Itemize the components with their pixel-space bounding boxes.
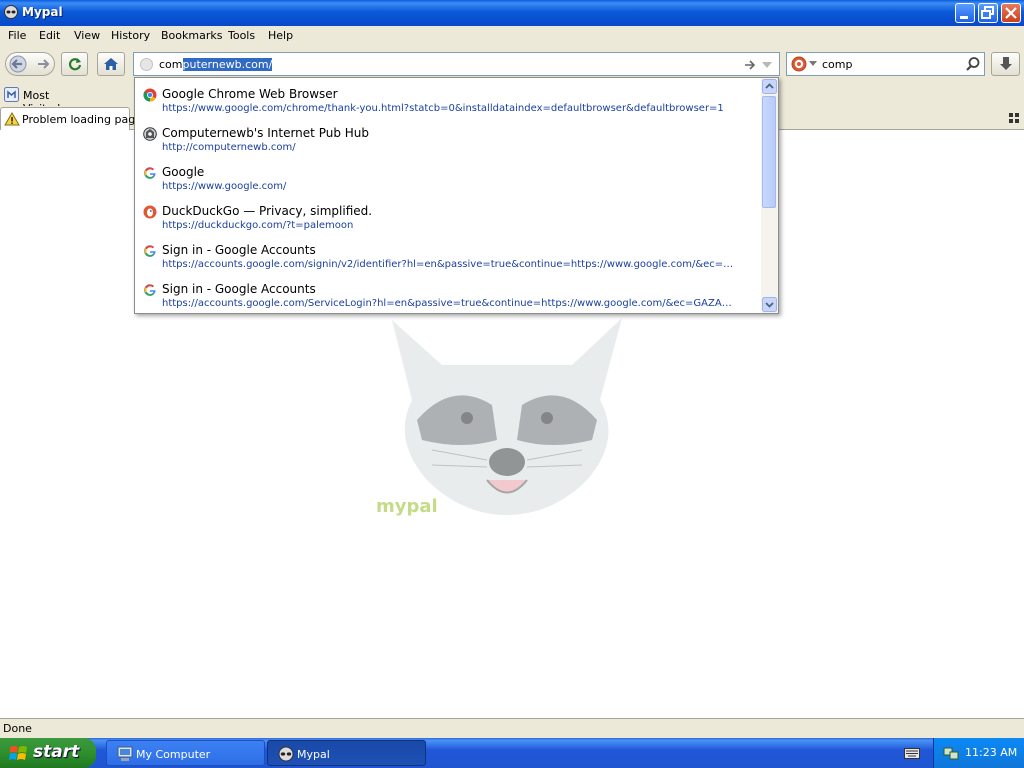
search-icon[interactable] [965,56,981,72]
suggestion-url: https://accounts.google.com/ServiceLogin… [162,298,737,309]
window-title: Mypal [22,5,63,19]
minimize-button[interactable] [955,3,975,23]
most-visited-bookmark[interactable]: Most Visited [2,86,86,115]
suggestion-url: https://accounts.google.com/signin/v2/id… [162,259,737,270]
back-forward-group [5,52,55,76]
taskbar-item-mypal[interactable]: Mypal [267,740,426,766]
google-icon [144,167,156,179]
downloads-button[interactable] [991,52,1020,76]
most-visited-icon [4,87,19,102]
warning-icon [4,112,20,126]
taskbar: start My Computer Mypal 11:23 AM [0,738,1024,768]
suggestion-row[interactable]: Sign in - Google Accounts https://accoun… [135,236,760,275]
network-icon[interactable] [943,745,959,761]
suggestion-scrollbar[interactable] [761,78,778,313]
home-icon [104,58,118,70]
scroll-down-icon[interactable] [762,297,777,312]
suggestion-row[interactable]: Computernewb's Internet Pub Hub http://c… [135,119,760,158]
back-icon[interactable] [9,55,27,73]
taskbar-item-label: Mypal [297,748,330,761]
restore-button[interactable] [978,3,998,23]
menu-bar: File Edit View History Bookmarks Tools H… [0,26,1024,46]
suggestion-title: Google [162,165,205,179]
tab-label: Problem loading page [22,113,142,126]
download-arrow-icon [1000,57,1012,70]
chrome-icon [143,88,157,102]
page-identity-icon [140,58,153,71]
suggestion-row[interactable]: Google Chrome Web Browser https://www.go… [135,80,760,119]
suggestion-url: http://computernewb.com/ [162,142,296,153]
menu-edit[interactable]: Edit [39,29,60,42]
url-autocomplete-popup: Google Chrome Web Browser https://www.go… [134,77,779,314]
url-autocomplete-selection: puternewb.com/ [182,58,273,71]
scroll-thumb[interactable] [762,96,776,208]
site-icon [143,127,157,141]
reload-icon [69,58,82,71]
google-icon [144,284,156,296]
menu-history[interactable]: History [111,29,150,42]
windows-logo-icon [9,746,27,760]
keyboard-layout-icon[interactable] [904,746,920,760]
menu-help[interactable]: Help [268,29,293,42]
suggestion-row[interactable]: DuckDuckGo — Privacy, simplified. https:… [135,197,760,236]
menu-file[interactable]: File [8,29,26,42]
suggestion-row[interactable]: Google https://www.google.com/ [135,158,760,197]
tab-problem-loading-page[interactable]: Problem loading page [0,107,142,130]
list-all-tabs-icon[interactable] [1009,113,1019,123]
suggestion-url: https://duckduckgo.com/?t=palemoon [162,220,354,231]
history-dropdown-icon[interactable] [761,60,773,70]
suggestion-title: Sign in - Google Accounts [162,282,316,296]
suggestion-title: Sign in - Google Accounts [162,243,316,257]
scroll-up-icon[interactable] [762,79,777,94]
system-tray: 11:23 AM [933,738,1024,768]
engine-dropdown-icon[interactable] [809,61,817,67]
suggestion-url: https://www.google.com/chrome/thank-you.… [162,103,724,114]
title-bar[interactable]: Mypal [0,0,1024,26]
close-button[interactable] [1001,3,1021,23]
menu-bookmarks[interactable]: Bookmarks [161,29,222,42]
url-typed-text: com [159,58,183,71]
menu-view[interactable]: View [74,29,100,42]
mypal-watermark-text: mypal [376,496,438,517]
status-text: Done [3,722,32,735]
search-input[interactable]: comp [822,58,852,71]
suggestion-title: Google Chrome Web Browser [162,87,338,101]
mypal-app-icon [278,746,294,762]
search-bar[interactable]: comp [786,52,985,76]
start-label: start [33,742,80,762]
google-icon [144,245,156,257]
suggestion-row[interactable]: Sign in - Google Accounts https://accoun… [135,275,760,313]
taskbar-item-my-computer[interactable]: My Computer [106,740,265,766]
forward-icon[interactable] [35,56,51,72]
home-button[interactable] [97,52,125,76]
suggestion-url: https://www.google.com/ [162,181,287,192]
reload-button[interactable] [61,52,88,76]
my-computer-icon [117,746,133,761]
status-bar: Done [0,718,1024,738]
go-arrow-icon[interactable] [743,58,757,72]
clock[interactable]: 11:23 AM [965,746,1017,759]
mypal-logo-icon [4,5,18,19]
menu-tools[interactable]: Tools [228,29,255,42]
url-bar[interactable]: computernewb.com/ [133,52,780,76]
mypal-raccoon-logo [392,318,622,515]
suggestion-title: DuckDuckGo — Privacy, simplified. [162,204,373,218]
url-text[interactable]: computernewb.com/ [159,58,273,71]
duckduckgo-icon [143,205,157,219]
suggestion-title: Computernewb's Internet Pub Hub [162,126,369,140]
taskbar-item-label: My Computer [136,748,211,761]
start-button[interactable]: start [0,738,96,768]
duckduckgo-engine-icon[interactable] [791,56,807,72]
